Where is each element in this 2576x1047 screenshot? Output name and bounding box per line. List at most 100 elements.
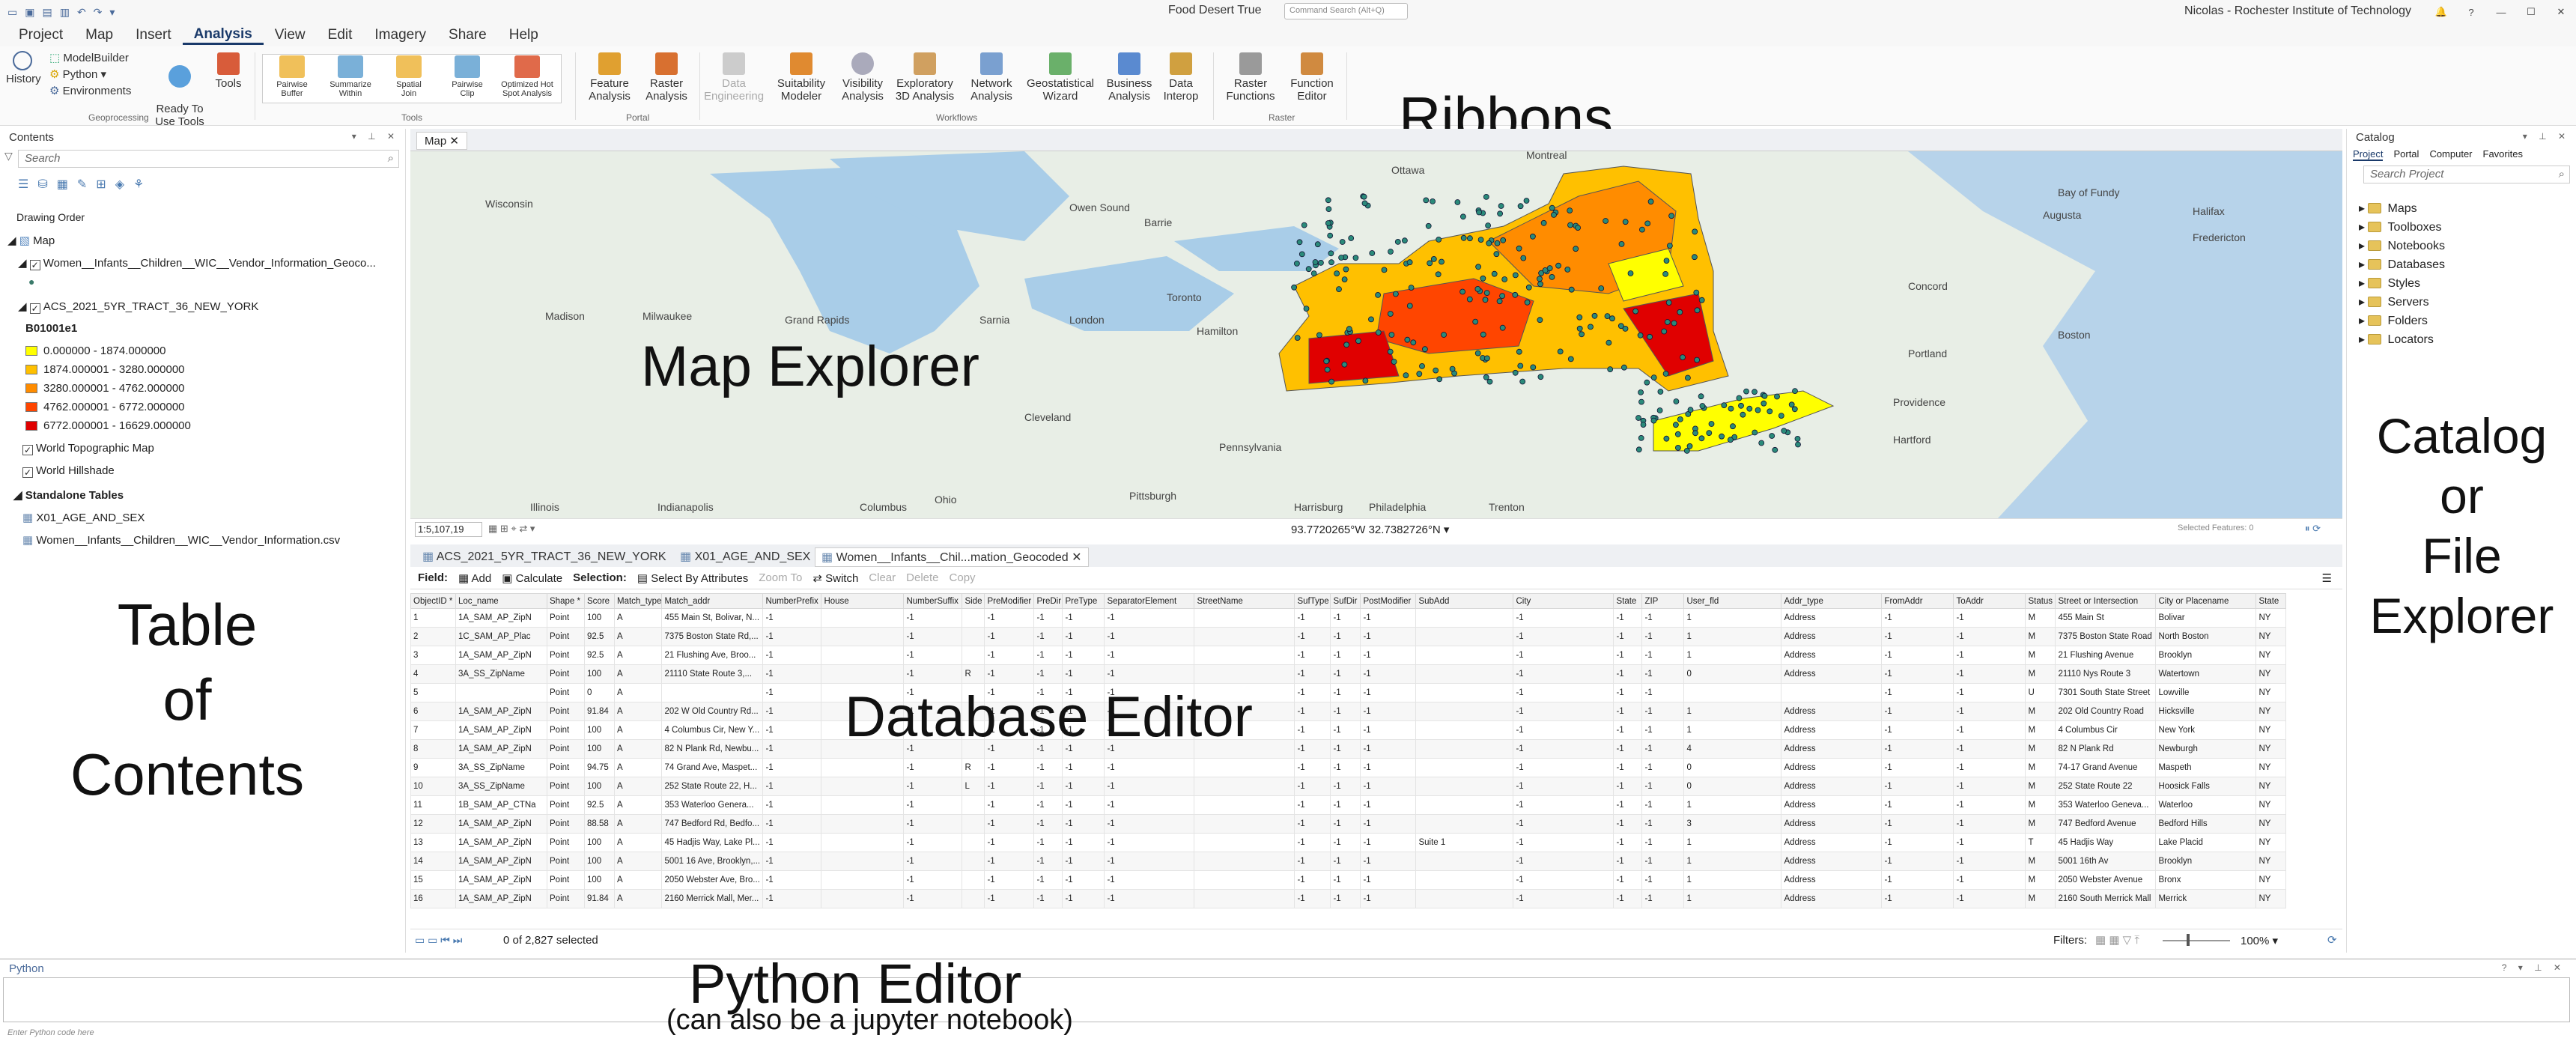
vendor-point[interactable] <box>1686 443 1693 449</box>
toc-layer-hillshade[interactable]: ✓ World Hillshade <box>22 464 115 478</box>
table-cell[interactable]: -1 <box>903 833 963 852</box>
table-cell[interactable]: M <box>2025 795 2056 815</box>
column-header[interactable]: City <box>1513 593 1614 609</box>
vendor-point[interactable] <box>1772 446 1778 453</box>
vendor-point[interactable] <box>1673 422 1679 428</box>
list-by-editing-icon[interactable]: ✎ <box>77 177 87 192</box>
table-cell[interactable]: -1 <box>1953 627 2026 646</box>
table-cell[interactable]: -1 <box>1881 627 1954 646</box>
table-cell[interactable]: M <box>2025 870 2056 890</box>
table-cell[interactable]: NY <box>2255 852 2287 871</box>
vendor-point[interactable] <box>1477 237 1484 243</box>
catalog-tab-computer[interactable]: Computer <box>2429 148 2472 161</box>
table-cell[interactable]: -1 <box>1881 889 1954 908</box>
table-cell[interactable]: -1 <box>903 889 963 908</box>
table-cell[interactable]: -1 <box>1641 758 1685 777</box>
vendor-point[interactable] <box>1474 285 1481 292</box>
vendor-point[interactable] <box>1336 286 1342 293</box>
table-cell[interactable]: -1 <box>1294 852 1331 871</box>
table-cell[interactable]: A <box>613 758 663 777</box>
catalog-item-notebooks[interactable]: ▸ Notebooks <box>2359 238 2445 253</box>
table-cell[interactable]: -1 <box>1513 889 1614 908</box>
table-cell[interactable]: -1 <box>903 646 963 665</box>
catalog-tab-portal[interactable]: Portal <box>2393 148 2419 161</box>
table-cell[interactable]: 92.5 <box>584 627 615 646</box>
table-cell[interactable]: 2050 Webster Avenue <box>2055 870 2157 890</box>
column-header[interactable]: StreetName <box>1194 593 1295 609</box>
table-cell[interactable]: 0 <box>1683 777 1782 796</box>
vendor-point[interactable] <box>1403 372 1409 379</box>
table-cell[interactable]: -1 <box>762 889 822 908</box>
table-cell[interactable]: -1 <box>1330 777 1361 796</box>
table-cell[interactable]: 1 <box>1683 702 1782 721</box>
table-cell[interactable]: 1 <box>1683 646 1782 665</box>
vendor-point[interactable] <box>1795 441 1801 448</box>
table-cell[interactable]: -1 <box>1881 870 1954 890</box>
vendor-point[interactable] <box>1436 237 1442 243</box>
table-cell[interactable]: 92.5 <box>584 646 615 665</box>
table-cell[interactable]: -1 <box>1033 664 1063 684</box>
table-cell[interactable]: -1 <box>1330 870 1361 890</box>
vendor-point[interactable] <box>1517 203 1524 210</box>
feature-analysis-button[interactable]: Feature Analysis <box>581 52 638 103</box>
table-cell[interactable]: A <box>613 795 663 815</box>
attribute-table[interactable]: ObjectID * Loc_name Shape * Score Match_type… <box>410 593 2335 917</box>
table-cell[interactable]: -1 <box>1953 739 2026 759</box>
table-cell[interactable] <box>821 627 905 646</box>
vendor-point[interactable] <box>1752 429 1758 436</box>
table-cell[interactable]: T <box>2025 833 2056 852</box>
vendor-point[interactable] <box>1622 219 1629 225</box>
table-cell[interactable]: 1A_SAM_AP_ZipN <box>455 739 547 759</box>
table-cell[interactable]: -1 <box>1033 758 1063 777</box>
suitability-modeler-button[interactable]: Suitability Modeler <box>771 52 831 103</box>
vendor-point[interactable] <box>1325 206 1332 212</box>
table-cell[interactable]: -1 <box>762 720 822 740</box>
vendor-point[interactable] <box>1523 198 1530 204</box>
vendor-point[interactable] <box>1323 358 1330 365</box>
vendor-point[interactable] <box>1375 291 1381 298</box>
table-cell[interactable]: 74 Grand Ave, Maspet... <box>661 758 764 777</box>
pane-controls[interactable]: ▾ ⊥ ✕ <box>2523 131 2570 142</box>
vendor-point[interactable] <box>1362 377 1369 384</box>
table-cell[interactable]: -1 <box>1513 852 1614 871</box>
table-cell[interactable]: -1 <box>1613 683 1643 702</box>
table-cell[interactable] <box>962 852 985 871</box>
table-cell[interactable]: NY <box>2255 720 2287 740</box>
table-cell[interactable]: M <box>2025 889 2056 908</box>
table-cell[interactable]: -1 <box>1062 833 1105 852</box>
vendor-point[interactable] <box>1774 393 1780 400</box>
table-cell[interactable]: -1 <box>1953 814 2026 834</box>
vendor-point[interactable] <box>1388 249 1394 255</box>
vendor-point[interactable] <box>1516 348 1522 355</box>
table-cell[interactable]: 1A_SAM_AP_ZipN <box>455 608 547 628</box>
vendor-point[interactable] <box>1755 407 1761 413</box>
table-cell[interactable]: -1 <box>903 870 963 890</box>
table-cell[interactable]: -1 <box>1294 870 1331 890</box>
table-cell[interactable]: Point <box>547 758 585 777</box>
column-header[interactable]: City or Placename <box>2155 593 2257 609</box>
table-cell[interactable]: 7 <box>410 720 456 740</box>
vendor-point[interactable] <box>1621 364 1627 371</box>
calculate-field-button[interactable]: ▣ Calculate <box>502 571 562 585</box>
table-cell[interactable]: -1 <box>1360 833 1417 852</box>
table-cell[interactable]: -1 <box>762 627 822 646</box>
list-by-selection-icon[interactable]: ▦ <box>57 177 68 192</box>
table-cell[interactable] <box>1415 852 1514 871</box>
vendor-point[interactable] <box>1316 332 1322 339</box>
vendor-point[interactable] <box>1576 325 1583 332</box>
table-cell[interactable]: 94.75 <box>584 758 615 777</box>
table-cell[interactable]: 3A_SS_ZipName <box>455 664 547 684</box>
table-row[interactable]: 2 1C_SAM_AP_Plac Point 92.5 A 7375 Boston Sta… <box>410 627 2287 646</box>
vendor-point[interactable] <box>1387 348 1394 355</box>
table-cell[interactable]: -1 <box>1033 833 1063 852</box>
table-cell[interactable]: 100 <box>584 720 615 740</box>
vendor-point[interactable] <box>1483 290 1490 297</box>
table-cell[interactable]: 7375 Boston State Rd,... <box>661 627 764 646</box>
list-by-source-icon[interactable]: ⛁ <box>37 177 47 192</box>
table-cell[interactable]: -1 <box>1360 664 1417 684</box>
pairwise-buffer-button[interactable]: Pairwise Buffer <box>264 55 321 98</box>
summarize-within-button[interactable]: Summarize Within <box>322 55 379 98</box>
table-cell[interactable]: -1 <box>903 795 963 815</box>
vendor-point[interactable] <box>1476 209 1482 216</box>
maximize-button[interactable]: ☐ <box>2516 6 2546 18</box>
